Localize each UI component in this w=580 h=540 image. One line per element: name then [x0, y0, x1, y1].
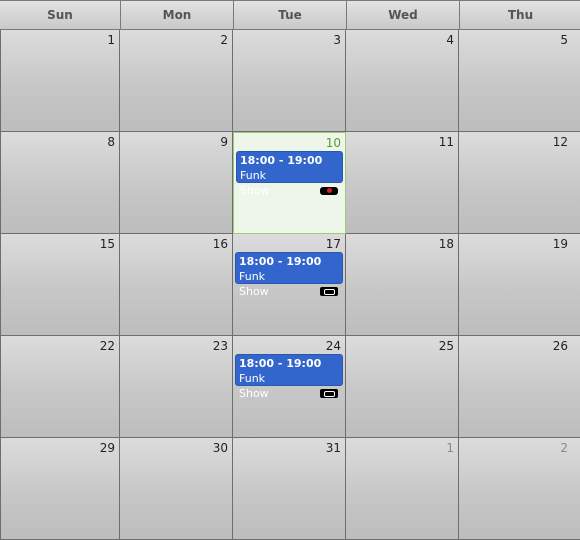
day-cell[interactable]: 2 — [120, 30, 233, 132]
event-time: 18:00 - 19:00 — [239, 255, 322, 268]
day-number: 26 — [552, 339, 568, 353]
day-number: 24 — [325, 339, 341, 353]
day-cell[interactable]: 11 — [346, 132, 459, 234]
event-time: 18:00 - 19:00 — [239, 357, 322, 370]
day-number: 31 — [325, 441, 341, 455]
day-number: 1 — [107, 33, 115, 47]
day-number: 4 — [446, 33, 454, 47]
day-cell[interactable]: 22 — [0, 336, 120, 438]
event-title-cont: Show — [239, 285, 269, 298]
weekday-header-sun: Sun — [0, 0, 120, 30]
event-funk-show[interactable]: 18:00 - 19:00 Funk Show — [235, 354, 343, 400]
day-cell[interactable]: 26 — [459, 336, 580, 438]
day-number: 19 — [552, 237, 568, 251]
day-cell[interactable]: 19 — [459, 234, 580, 336]
day-cell[interactable]: 16 — [120, 234, 233, 336]
day-cell[interactable]: 18 — [346, 234, 459, 336]
record-icon — [320, 186, 338, 195]
day-number: 1 — [446, 441, 454, 455]
event-title: Funk — [239, 372, 266, 385]
event-title: Funk — [240, 169, 267, 182]
day-number: 12 — [552, 135, 568, 149]
event-line-2: Show — [239, 284, 339, 299]
month-calendar: Sun Mon Tue Wed Thu 1 2 3 4 5 8 9 10 18:00 - 19:00 F… — [0, 0, 580, 540]
repeat-icon — [320, 287, 338, 296]
day-cell[interactable]: 2 — [459, 438, 580, 540]
day-cell[interactable]: 25 — [346, 336, 459, 438]
event-time: 18:00 - 19:00 — [240, 154, 323, 167]
event-line-1: 18:00 - 19:00 Funk — [239, 254, 339, 284]
event-line-1: 18:00 - 19:00 Funk — [240, 153, 339, 183]
day-cell[interactable]: 30 — [120, 438, 233, 540]
day-cell[interactable]: 29 — [0, 438, 120, 540]
day-number: 11 — [438, 135, 454, 149]
event-line-1: 18:00 - 19:00 Funk — [239, 356, 339, 386]
day-number: 2 — [560, 441, 568, 455]
day-number: 5 — [560, 33, 568, 47]
day-number: 22 — [99, 339, 115, 353]
day-cell[interactable]: 23 — [120, 336, 233, 438]
day-number: 30 — [212, 441, 228, 455]
day-cell[interactable]: 4 — [346, 30, 459, 132]
day-cell[interactable]: 8 — [0, 132, 120, 234]
day-cell[interactable]: 15 — [0, 234, 120, 336]
day-cell[interactable]: 9 — [120, 132, 233, 234]
day-number: 18 — [438, 237, 454, 251]
day-number: 15 — [99, 237, 115, 251]
day-number: 2 — [220, 33, 228, 47]
weekday-header-tue: Tue — [233, 0, 346, 30]
day-number: 3 — [333, 33, 341, 47]
day-cell[interactable]: 12 — [459, 132, 580, 234]
day-number: 17 — [325, 237, 341, 251]
day-number: 8 — [107, 135, 115, 149]
day-cell[interactable]: 3 — [233, 30, 346, 132]
day-number: 16 — [212, 237, 228, 251]
day-number: 9 — [220, 135, 228, 149]
event-funk-show[interactable]: 18:00 - 19:00 Funk Show — [236, 151, 343, 197]
day-cell[interactable]: 5 — [459, 30, 580, 132]
repeat-icon — [320, 389, 338, 398]
event-title-cont: Show — [239, 387, 269, 400]
day-number: 23 — [212, 339, 228, 353]
event-title-cont: Show — [240, 184, 270, 197]
day-cell[interactable]: 24 18:00 - 19:00 Funk Show — [233, 336, 346, 438]
day-number: 10 — [325, 136, 341, 150]
event-title: Funk — [239, 270, 266, 283]
day-cell[interactable]: 1 — [346, 438, 459, 540]
day-number: 29 — [99, 441, 115, 455]
day-cell[interactable]: 31 — [233, 438, 346, 540]
day-cell[interactable]: 10 18:00 - 19:00 Funk Show — [233, 132, 346, 234]
event-line-2: Show — [240, 183, 339, 198]
weekday-header-thu: Thu — [459, 0, 580, 30]
event-funk-show[interactable]: 18:00 - 19:00 Funk Show — [235, 252, 343, 298]
weekday-header-wed: Wed — [346, 0, 459, 30]
day-number: 25 — [438, 339, 454, 353]
event-line-2: Show — [239, 386, 339, 401]
weekday-header-row: Sun Mon Tue Wed Thu — [0, 0, 580, 32]
weekday-header-mon: Mon — [120, 0, 233, 30]
day-cell[interactable]: 17 18:00 - 19:00 Funk Show — [233, 234, 346, 336]
day-cell[interactable]: 1 — [0, 30, 120, 132]
